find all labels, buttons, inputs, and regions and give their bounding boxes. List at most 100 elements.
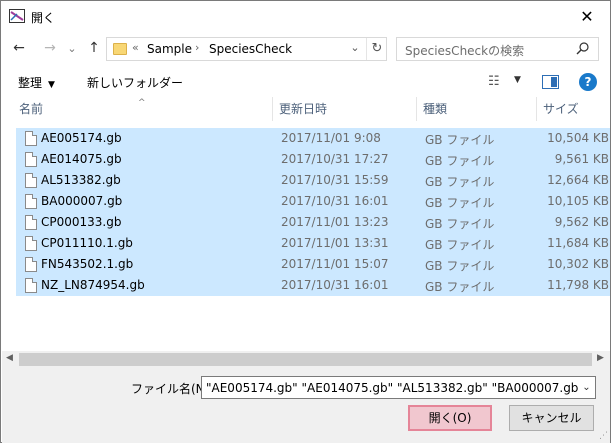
file-name: NZ_LN874954.gb <box>41 278 145 292</box>
arrow-up-icon: ↑ <box>88 40 100 56</box>
chevron-down-icon: ⌄ <box>67 41 77 55</box>
search-icon <box>576 42 589 55</box>
file-icon <box>25 173 37 188</box>
file-name: FN543502.1.gb <box>41 257 134 271</box>
navigation-bar: ← → ⌄ ↑ « Sample › SpeciesCheck ⌄ ↻ Spec… <box>1 34 610 64</box>
file-date: 2017/10/31 17:27 <box>281 152 389 166</box>
caret-down-icon: ▼ <box>48 80 55 90</box>
file-icon <box>25 236 37 251</box>
window-title: 開く <box>31 11 56 25</box>
file-type: GB ファイル <box>425 259 495 273</box>
file-row[interactable]: CP011110.1.gb 2017/11/01 13:31 GB ファイル 1… <box>16 233 610 254</box>
help-icon: ? <box>584 75 592 89</box>
file-date: 2017/11/01 15:07 <box>281 257 389 271</box>
view-dropdown-button[interactable]: ▼ <box>514 75 521 85</box>
refresh-button[interactable]: ↻ <box>366 38 387 60</box>
horizontal-scrollbar[interactable]: ◀ ▶ <box>2 351 610 368</box>
file-name: BA000007.gb <box>41 194 123 208</box>
title-bar: 開く ✕ <box>1 1 610 32</box>
filename-field[interactable]: "AE005174.gb" "AE014075.gb" "AL513382.gb… <box>201 376 596 399</box>
app-icon <box>9 9 25 23</box>
file-row[interactable]: AL513382.gb 2017/10/31 15:59 GB ファイル 12,… <box>16 170 610 191</box>
arrow-right-icon: → <box>44 40 56 56</box>
preview-pane-icon[interactable] <box>542 75 559 89</box>
file-date: 2017/10/31 16:01 <box>281 278 389 292</box>
open-file-dialog: 開く ✕ ← → ⌄ ↑ « Sample › SpeciesCheck ⌄ ↻… <box>0 0 611 443</box>
file-type: GB ファイル <box>425 175 495 189</box>
file-name: AE005174.gb <box>41 131 122 145</box>
file-row[interactable]: CP000133.gb 2017/11/01 13:23 GB ファイル 9,5… <box>16 212 610 233</box>
file-icon <box>25 194 37 209</box>
file-date: 2017/10/31 15:59 <box>281 173 389 187</box>
file-size: 10,302 KB <box>547 257 609 271</box>
file-icon <box>25 131 37 146</box>
file-name: AE014075.gb <box>41 152 122 166</box>
file-row[interactable]: AE014075.gb 2017/10/31 17:27 GB ファイル 9,5… <box>16 149 610 170</box>
view-details-icon: ☷ <box>488 74 500 89</box>
column-size[interactable]: サイズ <box>537 97 610 121</box>
caret-down-icon: ▼ <box>514 75 521 85</box>
breadcrumb-separator[interactable]: › <box>195 41 199 54</box>
file-size: 9,561 KB <box>554 152 609 166</box>
file-type: GB ファイル <box>425 133 495 147</box>
file-row[interactable]: AE005174.gb 2017/11/01 9:08 GB ファイル 10,5… <box>16 128 610 149</box>
file-icon <box>25 278 37 293</box>
organize-label: 整理 <box>18 76 43 90</box>
arrow-left-icon: ← <box>13 40 25 56</box>
search-box[interactable]: SpeciesCheckの検索 <box>396 37 599 61</box>
column-date[interactable]: 更新日時 <box>273 97 417 121</box>
file-icon <box>25 257 37 272</box>
file-type: GB ファイル <box>425 238 495 252</box>
recent-locations-button[interactable]: ⌄ <box>63 39 81 57</box>
address-bar[interactable]: « Sample › SpeciesCheck ⌄ ↻ <box>106 37 387 61</box>
column-name-label: 名前 <box>19 102 44 116</box>
file-list[interactable]: 名前 ^ 更新日時 種類 サイズ AE005174.gb 2017/11/01 … <box>2 97 610 351</box>
organize-menu[interactable]: 整理 ▼ <box>18 74 55 91</box>
cancel-button[interactable]: キャンセル <box>509 405 594 431</box>
column-type[interactable]: 種類 <box>417 97 537 121</box>
file-size: 9,562 KB <box>554 215 609 229</box>
folder-icon <box>113 43 127 55</box>
file-size: 10,105 KB <box>547 194 609 208</box>
back-button[interactable]: ← <box>10 39 28 57</box>
filename-value[interactable]: "AE005174.gb" "AE014075.gb" "AL513382.gb… <box>206 381 595 395</box>
breadcrumb-item-specieschech[interactable]: SpeciesCheck <box>209 42 292 56</box>
file-type: GB ファイル <box>425 196 495 210</box>
forward-button[interactable]: → <box>41 39 59 57</box>
scrollbar-thumb[interactable] <box>19 353 592 366</box>
help-button[interactable]: ? <box>579 73 597 91</box>
file-size: 12,664 KB <box>547 173 609 187</box>
file-size: 11,798 KB <box>547 278 609 292</box>
close-button[interactable]: ✕ <box>564 1 610 32</box>
up-button[interactable]: ↑ <box>85 39 103 57</box>
filename-dropdown-button[interactable]: ⌄ <box>578 377 595 398</box>
file-type: GB ファイル <box>425 280 495 294</box>
file-name: AL513382.gb <box>41 173 121 187</box>
scroll-left-icon[interactable]: ◀ <box>6 353 13 363</box>
file-size: 10,504 KB <box>547 131 609 145</box>
file-date: 2017/11/01 13:23 <box>281 215 389 229</box>
chevron-down-icon: ⌄ <box>350 41 360 54</box>
address-dropdown-button[interactable]: ⌄ <box>347 41 363 57</box>
file-date: 2017/11/01 9:08 <box>281 131 381 145</box>
file-row[interactable]: FN543502.1.gb 2017/11/01 15:07 GB ファイル 1… <box>16 254 610 275</box>
column-type-label: 種類 <box>423 102 448 116</box>
close-icon: ✕ <box>580 7 594 26</box>
file-row[interactable]: NZ_LN874954.gb 2017/10/31 16:01 GB ファイル … <box>16 275 610 296</box>
file-row[interactable]: BA000007.gb 2017/10/31 16:01 GB ファイル 10,… <box>16 191 610 212</box>
new-folder-button[interactable]: 新しいフォルダー <box>87 74 183 91</box>
dialog-footer: ファイル名(N): "AE005174.gb" "AE014075.gb" "A… <box>2 368 610 443</box>
sort-ascending-icon: ^ <box>138 98 146 108</box>
command-bar: 整理 ▼ 新しいフォルダー ☷ ▼ ? <box>1 69 610 97</box>
file-size: 11,684 KB <box>547 236 609 250</box>
view-options-button[interactable]: ☷ <box>488 74 500 89</box>
file-date: 2017/10/31 16:01 <box>281 194 389 208</box>
file-date: 2017/11/01 13:31 <box>281 236 389 250</box>
search-placeholder: SpeciesCheckの検索 <box>405 44 525 58</box>
scroll-right-icon[interactable]: ▶ <box>597 353 604 363</box>
breadcrumb-item-sample[interactable]: Sample <box>147 42 192 56</box>
breadcrumb-overflow[interactable]: « <box>132 41 139 54</box>
resize-grip-icon[interactable]: ⋰ <box>599 431 608 441</box>
open-button[interactable]: 開く(O) <box>408 405 492 431</box>
column-name[interactable]: 名前 ^ <box>2 97 273 121</box>
